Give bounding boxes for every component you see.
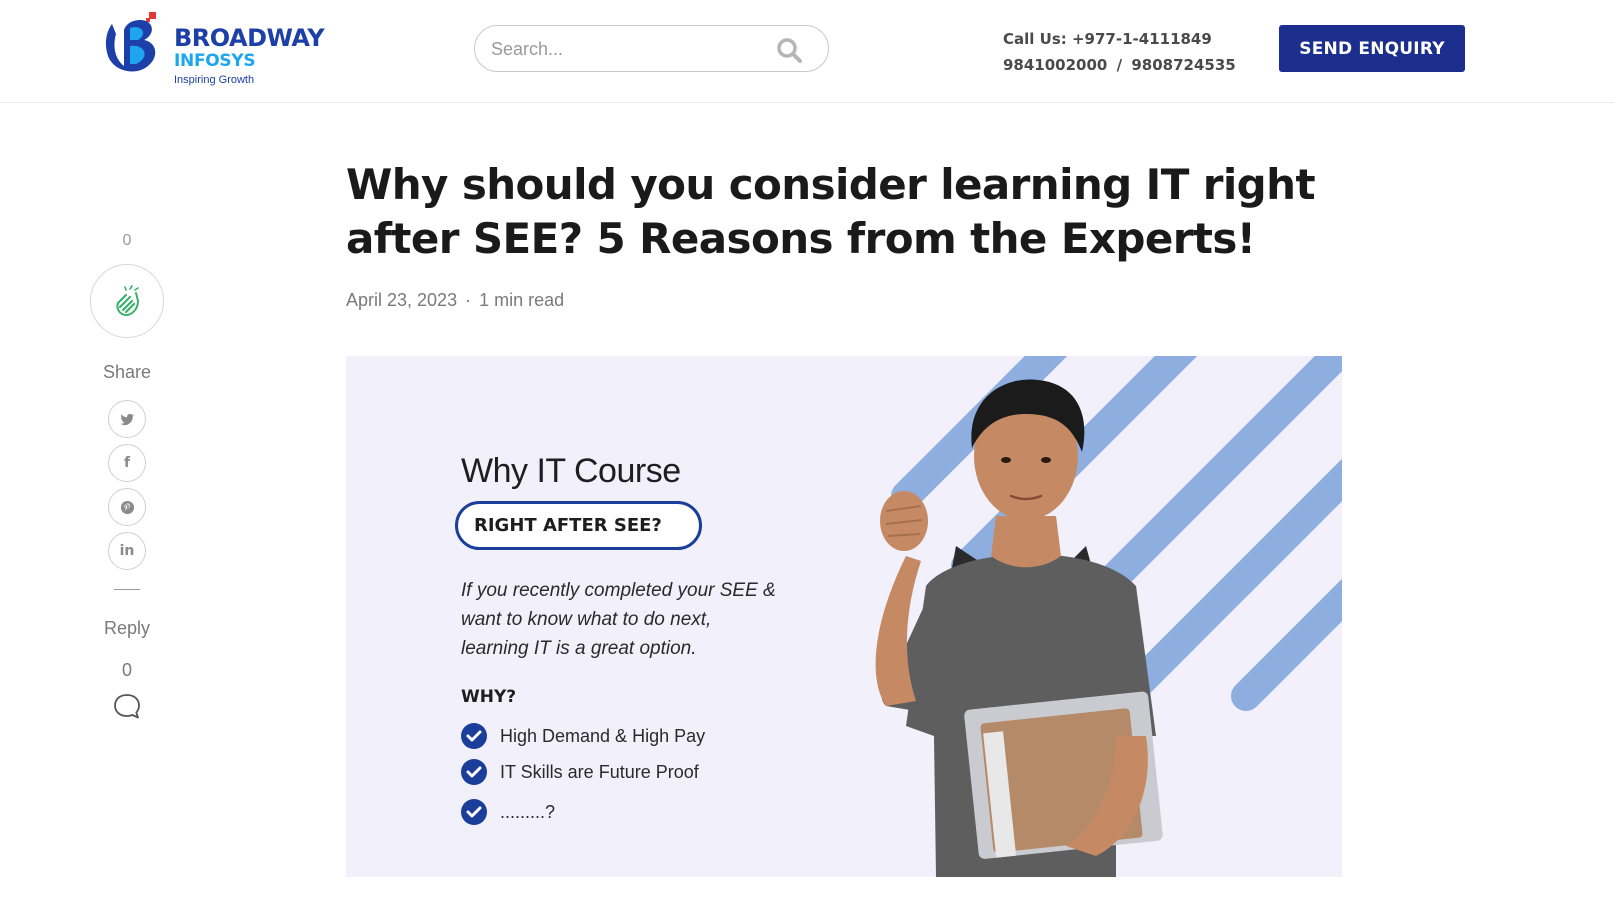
article-meta: April 23, 2023 · 1 min read <box>346 290 564 311</box>
clap-count: 0 <box>122 232 132 249</box>
article-title: Why should you consider learning IT righ… <box>346 160 1316 263</box>
facebook-share-button[interactable]: f <box>108 444 146 482</box>
checkmark-icon <box>461 799 487 825</box>
student-photo <box>875 379 1163 877</box>
contact-info: Call Us: +977-1-4111849 9841002000 / 980… <box>1003 26 1236 78</box>
hero-heading: Why IT Course <box>461 452 681 490</box>
read-time: 1 min read <box>479 290 565 310</box>
publish-date: April 23, 2023 <box>346 290 458 310</box>
linkedin-share-button[interactable]: in <box>108 532 146 570</box>
brand-tagline: Inspiring Growth <box>174 74 255 86</box>
clap-button[interactable] <box>90 264 164 338</box>
hero-pill: RIGHT AFTER SEE? <box>455 501 702 550</box>
search-icon[interactable] <box>776 37 802 63</box>
call-line: Call Us: +977-1-4111849 <box>1003 26 1236 52</box>
comment-icon[interactable] <box>112 691 142 721</box>
site-header: BROADWAY INFOSYS Inspiring Growth Call U… <box>0 0 1614 103</box>
checkmark-icon <box>461 723 487 749</box>
mobile-number-1[interactable]: 9841002000 <box>1003 56 1107 74</box>
hero-paragraph: If you recently completed your SEE & wan… <box>461 580 776 659</box>
mobile-line: 9841002000 / 9808724535 <box>1003 52 1236 78</box>
reason-text: .........? <box>500 802 556 822</box>
broadway-logo-mark-icon <box>105 12 156 72</box>
call-number[interactable]: +977-1-4111849 <box>1072 30 1212 48</box>
reply-label[interactable]: Reply <box>86 618 168 639</box>
share-label: Share <box>102 362 152 382</box>
rail-divider <box>114 589 140 590</box>
why-label: WHY? <box>461 687 517 707</box>
reply-count: 0 <box>121 660 132 680</box>
brand-name: BROADWAY <box>174 24 325 52</box>
broadway-logo[interactable]: BROADWAY INFOSYS Inspiring Growth <box>102 10 332 90</box>
pinterest-icon <box>120 500 134 514</box>
pinterest-share-button[interactable] <box>108 488 146 526</box>
search-box <box>474 25 829 72</box>
hero-pill-label: RIGHT AFTER SEE? <box>474 515 662 536</box>
call-label: Call Us: <box>1003 30 1067 48</box>
twitter-share-button[interactable] <box>108 400 146 438</box>
search-input[interactable] <box>491 36 771 62</box>
reason-text: High Demand & High Pay <box>500 726 706 746</box>
reason-text: IT Skills are Future Proof <box>500 762 699 782</box>
twitter-icon <box>119 413 134 425</box>
meta-separator: · <box>465 290 472 310</box>
checkmark-icon <box>461 759 487 785</box>
mobile-number-2[interactable]: 9808724535 <box>1131 56 1235 74</box>
facebook-icon: f <box>123 455 131 471</box>
clap-hands-icon <box>116 285 140 317</box>
hero-image: Why IT Course RIGHT AFTER SEE? If you re… <box>346 356 1342 877</box>
brand-sub: INFOSYS <box>174 51 256 71</box>
mobile-separator: / <box>1116 56 1123 74</box>
linkedin-icon: in <box>119 543 135 559</box>
send-enquiry-button[interactable]: SEND ENQUIRY <box>1279 25 1465 72</box>
